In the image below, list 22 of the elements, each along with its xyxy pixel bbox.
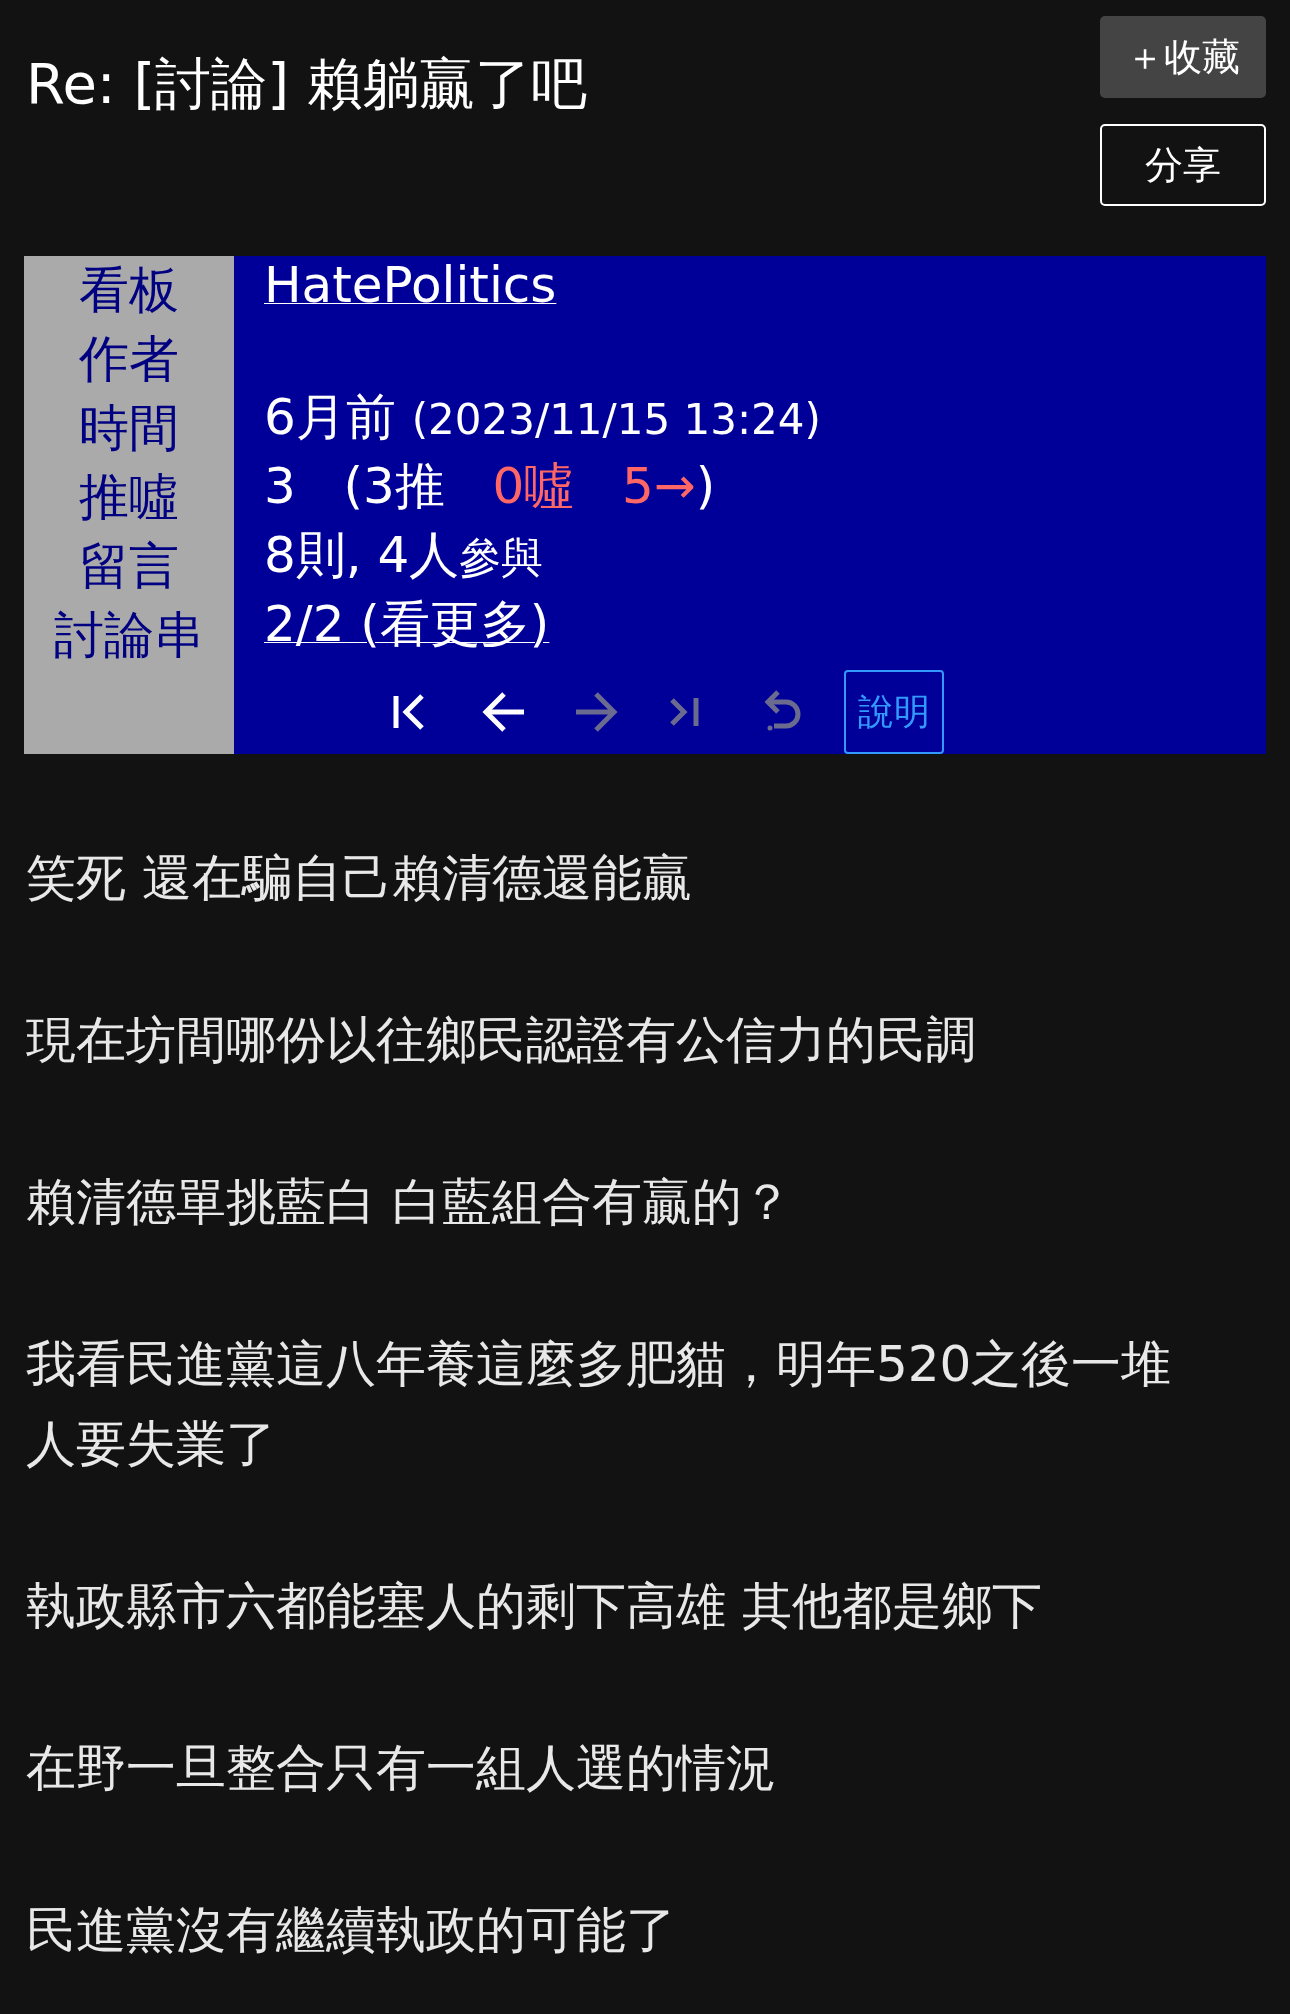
info-label: 作者: [79, 329, 179, 390]
thread-link[interactable]: 2/2 (看更多): [264, 593, 550, 666]
info-label: 討論串: [54, 605, 204, 666]
info-value: 3 (3推 0噓 5→): [264, 455, 716, 517]
post-paragraph: 賴清德單挑藍白 白藍組合有贏的？: [26, 1172, 793, 1233]
post-paragraph: 民進黨沒有繼續執政的可能了: [26, 1900, 677, 1961]
post-paragraph: 現在坊間哪份以往鄉民認證有公信力的民調: [26, 1010, 977, 1071]
board-link[interactable]: HatePolitics: [264, 254, 557, 327]
info-label: 時間: [79, 398, 179, 459]
post-paragraph: 我看民進黨這八年養這麼多肥貓，明年520之後一堆人要失業了: [26, 1334, 1173, 1475]
info-label: 看板: [79, 260, 179, 321]
post-paragraph: 執政縣市六都能塞人的剩下高雄 其他都是鄉下: [26, 1576, 1043, 1637]
help-button[interactable]: 說明: [844, 670, 944, 754]
post-paragraph: 笑死 還在騙自己賴清德還能贏: [26, 848, 693, 909]
info-label: 推噓: [79, 467, 179, 528]
info-value: 8則, 4人參與: [264, 524, 544, 586]
favorite-button[interactable]: ＋收藏: [1100, 16, 1266, 98]
share-button[interactable]: 分享: [1100, 124, 1266, 206]
info-label: 留言: [79, 536, 179, 597]
info-value: 6月前 (2023/11/15 13:24): [264, 386, 821, 448]
post-paragraph: 在野一旦整合只有一組人選的情況: [26, 1738, 777, 1799]
post-title: Re: [討論] 賴躺贏了吧: [26, 50, 587, 118]
